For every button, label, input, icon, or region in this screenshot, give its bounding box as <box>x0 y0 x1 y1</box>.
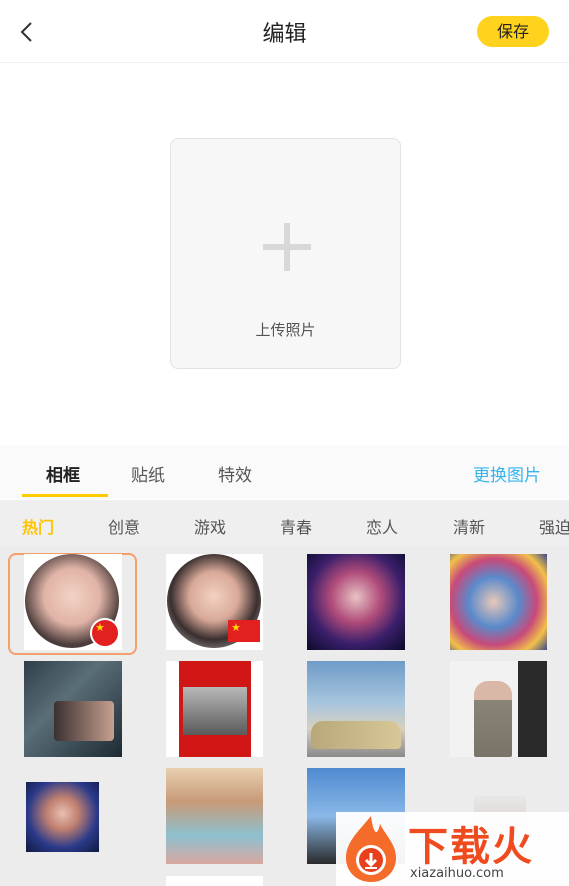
car-image <box>311 721 401 749</box>
portrait-photo <box>54 701 114 741</box>
frame-thumbnail[interactable] <box>166 768 263 864</box>
frame-thumbnail[interactable] <box>26 782 99 852</box>
top-bar: 编辑 保存 <box>0 0 569 63</box>
flag-badge-icon: ★ <box>90 618 120 648</box>
watermark-title: 下载火 <box>408 824 534 870</box>
category-hot[interactable]: 热门 <box>22 514 54 538</box>
upload-photo-label: 上传照片 <box>255 321 316 339</box>
portrait-photo <box>183 687 247 735</box>
category-creative[interactable]: 创意 <box>108 514 140 538</box>
flag-icon: ★ <box>228 620 260 642</box>
frame-thumbnail[interactable] <box>450 661 547 757</box>
tab-effects[interactable]: 特效 <box>218 461 252 486</box>
frame-thumbnail[interactable] <box>24 661 122 757</box>
frame-thumbnail[interactable] <box>166 876 263 886</box>
tool-tabs: 相框 贴纸 特效 更换图片 <box>0 445 569 499</box>
frame-thumbnail[interactable] <box>166 661 263 757</box>
tab-stickers[interactable]: 贴纸 <box>131 461 165 486</box>
category-bar: 热门 创意 游戏 青春 恋人 清新 强迫 <box>0 500 569 546</box>
frame-thumbnail[interactable] <box>307 661 405 757</box>
watermark-url: xiazaihuo.com <box>410 866 504 881</box>
category-fresh[interactable]: 清新 <box>453 514 485 538</box>
frame-thumbnail[interactable] <box>450 554 547 650</box>
plus-icon <box>263 223 311 271</box>
change-image-link[interactable]: 更换图片 <box>473 461 541 486</box>
tab-frames[interactable]: 相框 <box>46 461 80 486</box>
category-game[interactable]: 游戏 <box>194 514 226 538</box>
frame-thumbnail[interactable] <box>307 554 405 650</box>
category-lovers[interactable]: 恋人 <box>366 514 398 538</box>
frame-thumbnail[interactable]: ★ <box>166 554 263 650</box>
category-youth[interactable]: 青春 <box>280 514 312 538</box>
save-button[interactable]: 保存 <box>477 16 549 47</box>
frame-thumbnail[interactable]: ★ <box>24 554 122 650</box>
edit-canvas: 上传照片 <box>0 63 569 445</box>
watermark: 下载火 xiazaihuo.com <box>336 812 569 886</box>
active-tab-indicator <box>22 494 108 497</box>
category-ocd[interactable]: 强迫 <box>539 514 569 538</box>
upload-photo-button[interactable]: 上传照片 <box>170 138 401 369</box>
flame-logo-icon <box>346 816 396 882</box>
portrait-photo <box>474 681 512 757</box>
